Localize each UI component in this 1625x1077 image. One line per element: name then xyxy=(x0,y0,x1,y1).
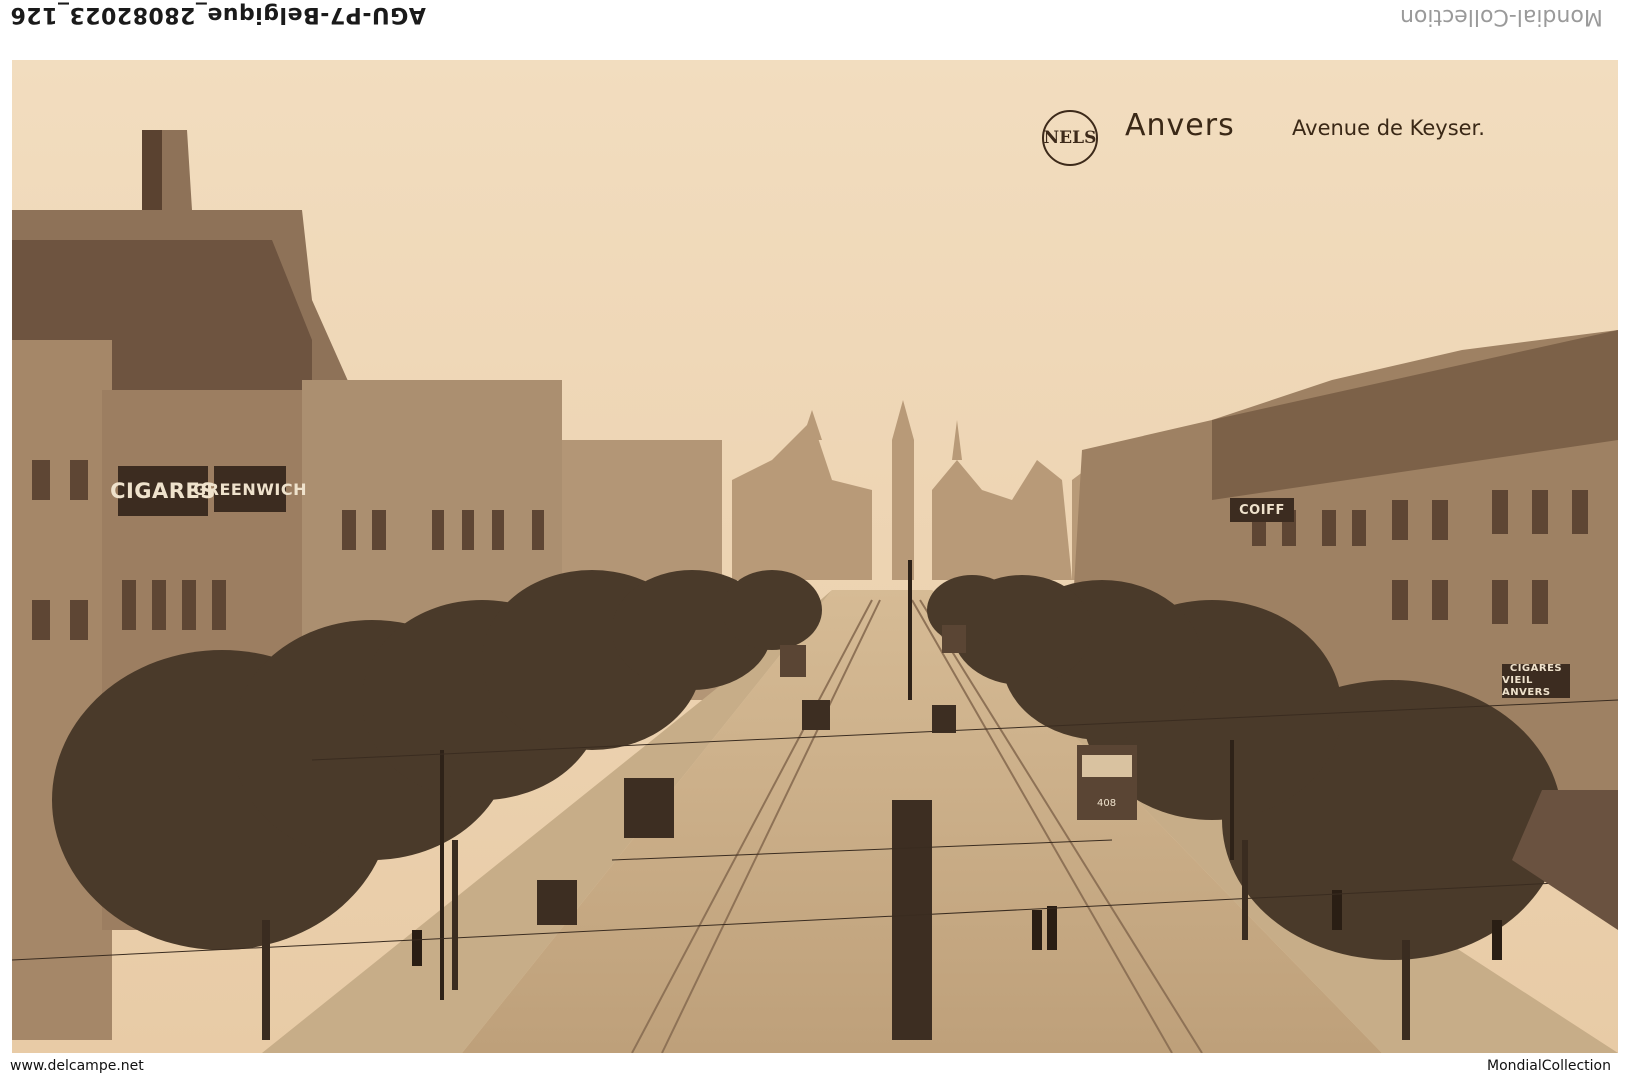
postcard-photo: NELS Anvers Avenue de Keyser. CIGARES GR… xyxy=(12,60,1618,1053)
cigares-sign-right-line1: CIGARES xyxy=(1509,663,1563,674)
cigares-sign-right-line2: VIEIL ANVERS xyxy=(1502,675,1551,698)
caption-city: Anvers xyxy=(1125,108,1235,143)
tram-number: 408 xyxy=(1097,798,1117,809)
footer-source-url: www.delcampe.net xyxy=(10,1058,144,1074)
footer-brand: MondialCollection xyxy=(1486,1058,1611,1074)
cigares-sign-right: CIGARES VIEIL ANVERS xyxy=(1502,663,1570,698)
caption-street: Avenue de Keyser. xyxy=(1292,116,1485,140)
street-scene xyxy=(12,60,1618,1053)
greenwich-sign: GREENWICH xyxy=(193,466,306,512)
coiff-sign: COIFF xyxy=(1230,498,1294,522)
brand-watermark: Mondial-Collection xyxy=(1400,4,1603,29)
nels-logo: NELS xyxy=(1042,110,1098,166)
reference-code: AGU-P7-Belgique_28082023_126 xyxy=(10,2,426,27)
